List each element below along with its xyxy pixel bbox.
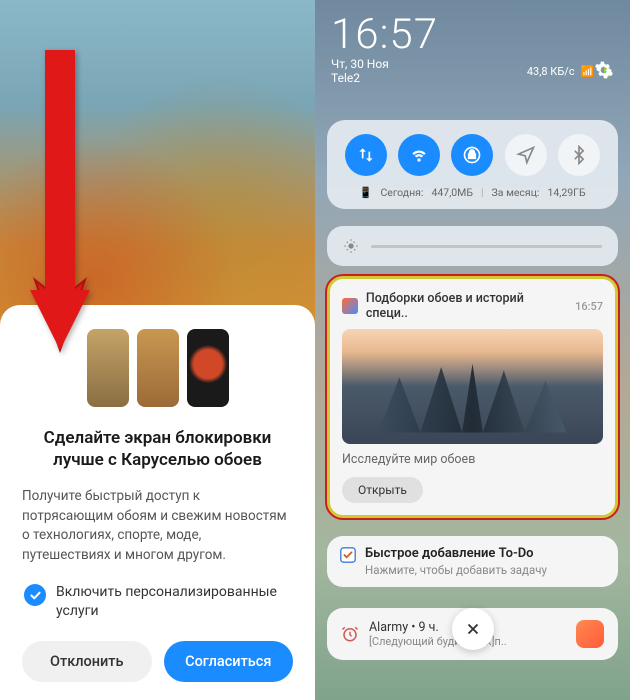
location-toggle[interactable] (505, 134, 547, 176)
wallpaper-notif-title: Подборки обоев и историй специ.. (366, 291, 567, 321)
status-date-carrier: Чт, 30 Ноя Tele2 (331, 57, 389, 85)
usage-month-label: За месяц: (492, 186, 540, 199)
brightness-icon (343, 238, 359, 254)
wallpaper-app-icon (342, 298, 358, 314)
todo-notif-subtitle: Нажмите, чтобы добавить задачу (365, 563, 547, 577)
todo-notif-title: Быстрое добавление To-Do (365, 546, 547, 561)
close-icon (464, 620, 482, 638)
usage-today-value: 447,0МБ (431, 186, 472, 199)
wallpaper-notif-time: 16:57 (575, 300, 603, 313)
left-screenshot: Сделайте экран блокировки лучше с Карусе… (0, 0, 315, 700)
todo-check-icon (339, 546, 357, 564)
lock-toggle[interactable] (451, 134, 493, 176)
checkbox-checked-icon[interactable] (24, 584, 46, 606)
status-bar: 16:57 Чт, 30 Ноя Tele2 43,8 КБ/с 📶 🔋 (315, 0, 630, 89)
right-screenshot: 16:57 Чт, 30 Ноя Tele2 43,8 КБ/с 📶 🔋 📱 С… (315, 0, 630, 700)
usage-today-label: Сегодня: (380, 186, 423, 199)
wallpaper-preview-image (342, 329, 603, 444)
usage-divider: | (481, 186, 484, 199)
annotation-arrow (20, 40, 100, 360)
bluetooth-toggle[interactable] (558, 134, 600, 176)
close-notifications-button[interactable] (452, 608, 494, 650)
status-carrier: Tele2 (331, 71, 389, 85)
brightness-track[interactable] (371, 245, 602, 248)
wallpaper-notif-subtitle: Исследуйте мир обоев (342, 452, 603, 467)
quick-toggles-panel: 📱 Сегодня: 447,0МБ | За месяц: 14,29ГБ (327, 120, 618, 209)
todo-notification[interactable]: Быстрое добавление To-Do Нажмите, чтобы … (327, 536, 618, 587)
status-date: Чт, 30 Ноя (331, 57, 389, 71)
status-time: 16:57 (331, 10, 614, 59)
modal-title: Сделайте экран блокировки лучше с Карусе… (22, 427, 293, 471)
alarmy-app-icon (576, 620, 604, 648)
open-button[interactable]: Открыть (342, 477, 423, 503)
modal-buttons: Отклонить Согласиться (22, 641, 293, 682)
wallpaper-notification[interactable]: Подборки обоев и историй специ.. 16:57 И… (327, 276, 618, 518)
thumbnail-2 (137, 329, 179, 407)
sim-icon: 📱 (359, 186, 372, 199)
thumbnail-3 (187, 329, 229, 407)
decline-button[interactable]: Отклонить (22, 641, 152, 682)
mobile-data-toggle[interactable] (345, 134, 387, 176)
wifi-toggle[interactable] (398, 134, 440, 176)
accept-button[interactable]: Согласиться (164, 641, 294, 682)
personalized-checkbox-row[interactable]: Включить персонализированные услуги (22, 583, 293, 621)
signal-icon: 📶 (581, 65, 595, 78)
modal-description: Получите быстрый доступ к потрясающим об… (22, 487, 293, 565)
alarm-clock-icon (341, 625, 359, 643)
data-usage-row[interactable]: 📱 Сегодня: 447,0МБ | За месяц: 14,29ГБ (339, 186, 606, 199)
checkbox-label: Включить персонализированные услуги (56, 583, 293, 621)
settings-gear-icon[interactable] (594, 60, 614, 80)
network-speed: 43,8 КБ/с (527, 65, 575, 78)
brightness-slider-panel[interactable] (327, 226, 618, 266)
carousel-prompt-modal: Сделайте экран блокировки лучше с Карусе… (0, 305, 315, 700)
usage-month-value: 14,29ГБ (547, 186, 585, 199)
